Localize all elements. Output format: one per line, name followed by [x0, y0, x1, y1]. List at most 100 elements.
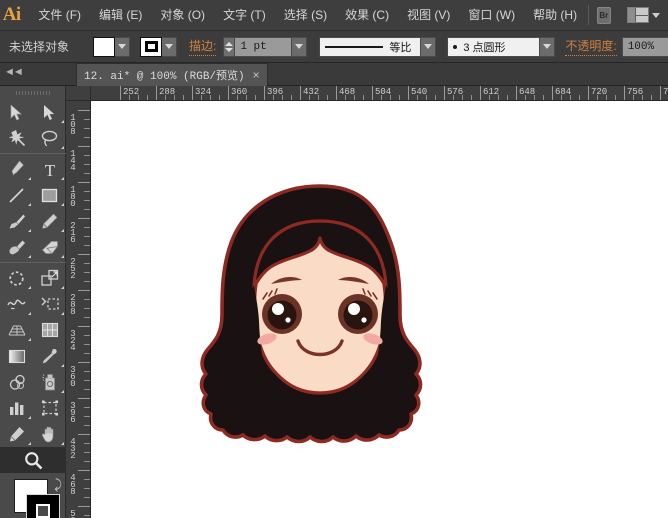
- brush-definition-input[interactable]: 3 点圆形: [447, 36, 541, 57]
- arrange-documents-button[interactable]: [626, 7, 660, 23]
- rectangle-tool[interactable]: [33, 182, 66, 208]
- menu-select[interactable]: 选择 (S): [275, 4, 336, 26]
- stroke-color-swatch[interactable]: [140, 36, 163, 57]
- menu-view[interactable]: 视图 (V): [398, 4, 459, 26]
- stroke-profile-input[interactable]: 等比: [319, 36, 422, 57]
- menu-edit[interactable]: 编辑 (E): [90, 4, 151, 26]
- stroke-swatch-dropdown[interactable]: [162, 36, 178, 57]
- ruler-corner[interactable]: [66, 86, 91, 101]
- ruler-tick: [78, 398, 90, 399]
- menu-object[interactable]: 对象 (O): [151, 4, 214, 26]
- toolbox-grip[interactable]: [14, 88, 51, 97]
- brush-definition-group: 3 点圆形: [447, 36, 556, 57]
- ruler-label: 432: [303, 87, 320, 97]
- stroke-weight-input[interactable]: 1 pt: [234, 36, 293, 57]
- perspective-grid-tool[interactable]: [0, 317, 33, 343]
- menu-effect[interactable]: 效果 (C): [336, 4, 398, 26]
- ruler-tick: [120, 86, 121, 100]
- stroke-profile-label: 等比: [389, 41, 412, 54]
- fill-color-swatch[interactable]: [93, 36, 116, 57]
- scale-tool[interactable]: [33, 265, 66, 291]
- ruler-tick: [78, 146, 90, 147]
- line-segment-tool[interactable]: [0, 182, 33, 208]
- document-canvas[interactable]: [91, 101, 668, 518]
- vertical-ruler[interactable]: 108 144 180 216 252 288 324 360 396 432 468 504: [66, 101, 91, 518]
- ruler-tick: [156, 86, 157, 100]
- pen-tool[interactable]: [0, 156, 33, 182]
- ruler-label: 108: [68, 113, 78, 134]
- ruler-label: 468: [339, 87, 356, 97]
- tool-group-indicator-icon: [61, 203, 64, 206]
- ruler-tick: [552, 86, 553, 100]
- toolbox-separator: [0, 262, 66, 263]
- ruler-tick: [624, 86, 625, 100]
- width-tool[interactable]: [0, 291, 33, 317]
- ruler-tick: [192, 86, 193, 100]
- rotate-tool[interactable]: [0, 265, 33, 291]
- close-icon[interactable]: ×: [253, 69, 260, 81]
- stroke-profile-group: 等比: [319, 36, 437, 57]
- opacity-input[interactable]: 100%: [621, 36, 668, 57]
- ruler-minor-tick: [84, 389, 90, 390]
- blob-brush-tool[interactable]: [0, 234, 33, 260]
- menu-help[interactable]: 帮助 (H): [524, 4, 586, 26]
- tool-group-indicator-icon: [61, 390, 64, 393]
- document-tab[interactable]: 12. ai* @ 100% (RGB/预览) ×: [76, 63, 268, 86]
- mesh-tool[interactable]: [33, 317, 66, 343]
- menu-items: 文件 (F) 编辑 (E) 对象 (O) 文字 (T) 选择 (S) 效果 (C…: [29, 0, 586, 31]
- stroke-profile-dropdown[interactable]: [421, 36, 437, 57]
- ruler-minor-tick: [84, 308, 90, 309]
- menu-bar: Ai 文件 (F) 编辑 (E) 对象 (O) 文字 (T) 选择 (S) 效果…: [0, 0, 668, 31]
- magic-wand-tool[interactable]: [0, 125, 33, 151]
- menu-file[interactable]: 文件 (F): [29, 4, 90, 26]
- fill-swatch-dropdown[interactable]: [115, 36, 131, 57]
- opacity-label[interactable]: 不透明度:: [565, 37, 617, 56]
- shape-builder-tool[interactable]: [33, 291, 66, 317]
- symbol-sprayer-tool[interactable]: [33, 369, 66, 395]
- artwork-girl-face[interactable]: [170, 181, 470, 456]
- artboard-tool[interactable]: [33, 395, 66, 421]
- ruler-label: 324: [68, 329, 78, 350]
- eyedropper-tool[interactable]: [33, 343, 66, 369]
- stroke-weight-dropdown[interactable]: [292, 36, 308, 57]
- toolbox-stroke-swatch[interactable]: [26, 494, 60, 518]
- go-to-bridge-button[interactable]: Br: [596, 6, 611, 24]
- hand-tool[interactable]: [33, 421, 66, 447]
- eraser-tool[interactable]: [33, 234, 66, 260]
- menu-type[interactable]: 文字 (T): [214, 4, 275, 26]
- ruler-tick: [78, 362, 90, 363]
- horizontal-ruler[interactable]: 252 288 324 360 396 432 468 504 540 576 612 648 684 7…: [91, 86, 668, 101]
- ruler-tick: [264, 86, 265, 100]
- type-tool[interactable]: T: [33, 156, 66, 182]
- toolbox-tool-grid: T: [0, 99, 66, 473]
- ruler-label: 792: [663, 87, 668, 97]
- direct-selection-tool[interactable]: [33, 99, 66, 125]
- blend-tool[interactable]: [0, 369, 33, 395]
- ruler-minor-tick: [84, 227, 90, 228]
- collapse-panels-icon[interactable]: ◄◄: [4, 66, 24, 78]
- slice-tool[interactable]: [0, 421, 33, 447]
- zoom-tool[interactable]: [0, 447, 66, 473]
- swap-fill-stroke-icon[interactable]: ⤸: [54, 477, 62, 493]
- ruler-tick: [444, 86, 445, 100]
- tool-group-indicator-icon: [28, 338, 31, 341]
- selection-tool[interactable]: [0, 99, 33, 125]
- ruler-minor-tick: [84, 164, 90, 165]
- lasso-tool[interactable]: [33, 125, 66, 151]
- stroke-weight-stepper[interactable]: [223, 36, 235, 57]
- pencil-tool[interactable]: [33, 208, 66, 234]
- menu-window[interactable]: 窗口 (W): [459, 4, 524, 26]
- ruler-label: 756: [627, 87, 644, 97]
- paintbrush-tool[interactable]: [0, 208, 33, 234]
- column-graph-tool[interactable]: [0, 395, 33, 421]
- ruler-label: 612: [483, 87, 500, 97]
- document-tab-title: 12. ai* @ 100% (RGB/预览): [84, 71, 245, 83]
- ruler-tick: [78, 326, 90, 327]
- ruler-minor-tick: [84, 407, 90, 408]
- stroke-weight-label[interactable]: 描边:: [189, 37, 217, 56]
- brush-definition-dropdown[interactable]: [540, 36, 556, 57]
- fill-stroke-indicator: ⤸: [0, 477, 66, 518]
- gradient-tool[interactable]: [0, 343, 33, 369]
- ruler-label: 396: [68, 401, 78, 422]
- brush-definition-label: 3 点圆形: [463, 41, 506, 54]
